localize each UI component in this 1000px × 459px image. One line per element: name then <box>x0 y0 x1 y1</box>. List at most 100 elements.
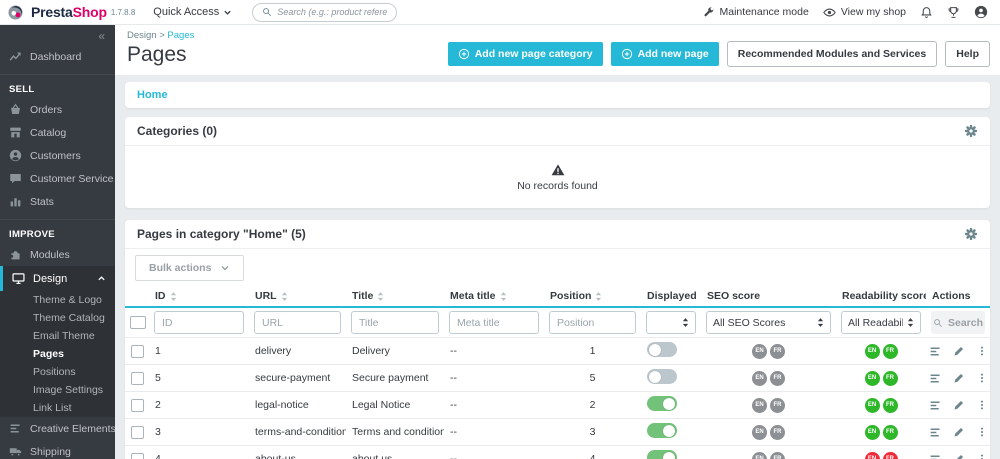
seo-badge-en[interactable]: EN <box>752 343 767 359</box>
more-actions-icon[interactable] <box>976 399 988 411</box>
displayed-toggle[interactable] <box>647 423 677 438</box>
details-icon[interactable] <box>929 426 942 439</box>
maintenance-mode-link[interactable]: Maintenance mode <box>703 6 809 18</box>
sidebar-item-customer-service[interactable]: Customer Service <box>0 167 115 190</box>
readability-badge-en[interactable]: EN <box>864 343 880 359</box>
quick-access-menu[interactable]: Quick Access <box>153 6 232 18</box>
bulk-actions-button[interactable]: Bulk actions <box>135 255 245 281</box>
details-icon[interactable] <box>929 453 942 459</box>
readability-badge-en[interactable]: EN <box>864 397 880 413</box>
edit-icon[interactable] <box>953 399 965 411</box>
edit-icon[interactable] <box>953 453 965 459</box>
seo-badge-en[interactable]: EN <box>752 451 767 459</box>
readability-badge-fr[interactable]: FR <box>882 397 898 413</box>
row-checkbox[interactable] <box>131 371 144 385</box>
readability-badge-en[interactable]: EN <box>864 424 880 440</box>
displayed-toggle[interactable] <box>647 342 677 357</box>
sidebar-subitem-theme-logo[interactable]: Theme & Logo <box>0 291 115 309</box>
seo-badge-en[interactable]: EN <box>752 424 767 440</box>
recommended-modules-button[interactable]: Recommended Modules and Services <box>726 41 938 67</box>
details-icon[interactable] <box>929 345 942 358</box>
select-all-checkbox[interactable] <box>130 316 146 329</box>
filter-id-input[interactable] <box>154 311 244 334</box>
column-header-url[interactable]: URL <box>249 287 346 308</box>
seo-badge-fr[interactable]: FR <box>770 424 785 440</box>
readability-badge-fr[interactable]: FR <box>882 370 898 386</box>
readability-badge-en[interactable]: EN <box>864 451 880 459</box>
readability-badge-fr[interactable]: FR <box>882 343 898 359</box>
readability-badge-fr[interactable]: FR <box>882 451 898 459</box>
trophy-icon[interactable] <box>947 6 960 19</box>
readability-badge-en[interactable]: EN <box>864 370 880 386</box>
add-page-button[interactable]: Add new page <box>610 42 719 66</box>
sort-icon[interactable] <box>377 291 384 302</box>
breadcrumb-parent[interactable]: Design <box>127 30 157 41</box>
displayed-toggle[interactable] <box>647 450 677 459</box>
sort-icon[interactable] <box>281 291 288 302</box>
bell-icon[interactable] <box>920 6 933 19</box>
filter-title-input[interactable] <box>351 311 439 334</box>
sort-icon[interactable] <box>500 291 507 302</box>
sidebar-collapse-button[interactable]: « <box>0 25 115 45</box>
sidebar-item-creative-elements[interactable]: Creative Elements <box>0 417 115 440</box>
readability-badge-fr[interactable]: FR <box>882 424 898 440</box>
row-checkbox[interactable] <box>131 425 144 439</box>
seo-badge-en[interactable]: EN <box>752 370 767 386</box>
user-account-icon[interactable] <box>974 5 988 19</box>
gear-icon[interactable] <box>964 227 978 241</box>
sidebar-subitem-email-theme[interactable]: Email Theme <box>0 327 115 345</box>
filter-url-input[interactable] <box>254 311 341 334</box>
sidebar-item-orders[interactable]: Orders <box>0 98 115 121</box>
sidebar-subitem-link-list[interactable]: Link List <box>0 399 115 417</box>
column-header-displayed[interactable]: Displayed <box>641 287 701 308</box>
sidebar-item-shipping[interactable]: Shipping <box>0 440 115 459</box>
row-checkbox[interactable] <box>131 344 144 358</box>
sort-icon[interactable] <box>170 291 177 302</box>
sidebar-item-stats[interactable]: Stats <box>0 190 115 213</box>
filter-displayed-select[interactable] <box>646 311 696 334</box>
sidebar-item-dashboard[interactable]: Dashboard <box>0 45 115 68</box>
search-input[interactable] <box>277 7 388 17</box>
edit-icon[interactable] <box>953 345 965 357</box>
global-search[interactable] <box>252 2 398 22</box>
seo-badge-fr[interactable]: FR <box>770 397 785 413</box>
displayed-toggle[interactable] <box>647 369 677 384</box>
more-actions-icon[interactable] <box>976 345 988 357</box>
search-button[interactable]: Search <box>931 311 985 334</box>
row-checkbox[interactable] <box>131 398 144 412</box>
sidebar-subitem-image-settings[interactable]: Image Settings <box>0 381 115 399</box>
gear-icon[interactable] <box>964 124 978 138</box>
add-page-category-button[interactable]: Add new page category <box>447 42 603 66</box>
details-icon[interactable] <box>929 372 942 385</box>
row-checkbox[interactable] <box>131 452 144 459</box>
column-header-position[interactable]: Position <box>544 287 641 308</box>
column-header-title[interactable]: Title <box>346 287 444 308</box>
view-my-shop-link[interactable]: View my shop <box>823 6 906 19</box>
more-actions-icon[interactable] <box>976 453 988 459</box>
details-icon[interactable] <box>929 399 942 412</box>
help-button[interactable]: Help <box>945 41 990 67</box>
seo-badge-fr[interactable]: FR <box>770 370 785 386</box>
sidebar-item-customers[interactable]: Customers <box>0 144 115 167</box>
seo-badge-fr[interactable]: FR <box>770 451 785 459</box>
seo-badge-fr[interactable]: FR <box>770 343 785 359</box>
filter-seo-score-select[interactable]: All SEO Scores <box>706 311 831 334</box>
sidebar-subitem-pages[interactable]: Pages <box>0 345 115 363</box>
displayed-toggle[interactable] <box>647 396 677 411</box>
filter-position-input[interactable] <box>549 311 636 334</box>
sidebar-subitem-positions[interactable]: Positions <box>0 363 115 381</box>
seo-badge-en[interactable]: EN <box>752 397 767 413</box>
sidebar-subitem-theme-catalog[interactable]: Theme Catalog <box>0 309 115 327</box>
edit-icon[interactable] <box>953 426 965 438</box>
home-category-link[interactable]: Home <box>137 89 168 101</box>
edit-icon[interactable] <box>953 372 965 384</box>
column-header-id[interactable]: ID <box>149 287 249 308</box>
sort-icon[interactable] <box>595 291 602 302</box>
more-actions-icon[interactable] <box>976 372 988 384</box>
more-actions-icon[interactable] <box>976 426 988 438</box>
column-header-meta-title[interactable]: Meta title <box>444 287 544 308</box>
sidebar-item-catalog[interactable]: Catalog <box>0 121 115 144</box>
filter-meta-title-input[interactable] <box>449 311 539 334</box>
sidebar-item-design[interactable]: Design <box>0 266 115 291</box>
sidebar-item-modules[interactable]: Modules <box>0 243 115 266</box>
